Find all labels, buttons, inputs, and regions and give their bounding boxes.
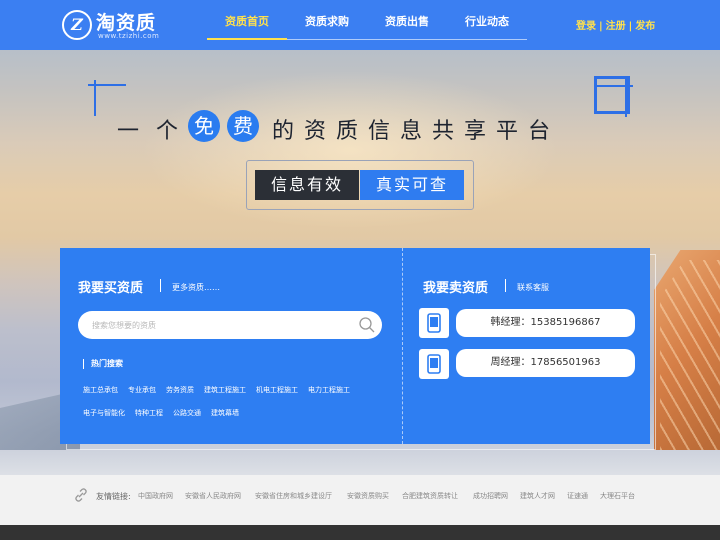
slogan-char: 共	[431, 119, 454, 144]
publish-link[interactable]: 发布	[635, 21, 655, 32]
buy-title: 我要买资质	[78, 281, 144, 296]
hot-search-item[interactable]: 机电工程施工	[256, 385, 298, 395]
slogan-char: 资	[303, 119, 326, 144]
hot-search-item[interactable]: 电力工程施工	[308, 385, 350, 395]
slogan-highlight: 费	[227, 110, 259, 142]
tag-verifiable: 真实可查	[360, 170, 464, 200]
hero-slogan: 一 个 免 费 的 资 质 信 息 共 享 平 台	[110, 110, 610, 144]
more-qualifications-link[interactable]: 更多资质……	[172, 282, 220, 293]
link-icon	[75, 488, 87, 502]
search-icon[interactable]	[358, 316, 376, 334]
friend-link[interactable]: 成功招聘网	[473, 491, 508, 501]
hot-search-item[interactable]: 建筑工程施工	[204, 385, 246, 395]
phone-icon-box	[419, 349, 449, 379]
slogan-char: 信	[367, 119, 390, 144]
friend-link[interactable]: 合肥建筑资质转让	[402, 491, 458, 501]
phone-icon	[427, 313, 441, 333]
friend-link[interactable]: 证速通	[567, 491, 588, 501]
auth-separator: |	[628, 21, 633, 32]
slogan-char: 的	[271, 119, 294, 144]
hot-search-bar	[83, 359, 84, 369]
friend-link[interactable]: 中国政府网	[138, 491, 173, 501]
friend-link[interactable]: 安徽省住房和城乡建设厅	[255, 491, 332, 501]
friend-link[interactable]: 安徽省人民政府网	[185, 491, 241, 501]
hot-search-item[interactable]: 专业承包	[128, 385, 156, 395]
register-link[interactable]: 注册	[606, 21, 626, 32]
tag-valid: 信息有效	[255, 170, 359, 200]
hot-search-item[interactable]: 特种工程	[135, 408, 163, 418]
friend-link[interactable]: 安徽资质购买	[347, 491, 389, 501]
search-box	[78, 311, 382, 339]
search-input[interactable]	[92, 318, 342, 332]
logo-name: 淘资质	[96, 12, 157, 34]
slogan-char: 享	[463, 119, 486, 144]
title-separator	[505, 279, 506, 292]
slogan-char: 台	[527, 119, 550, 144]
panel-divider	[402, 248, 403, 444]
contact-manager-zhou[interactable]: 周经理：17856501963	[456, 349, 635, 377]
slogan-char: 一	[116, 119, 139, 144]
logo-url: www.tzizhi.com	[98, 32, 160, 40]
phone-icon-box	[419, 308, 449, 338]
hot-search-item[interactable]: 公路交通	[173, 408, 201, 418]
auth-separator: |	[599, 21, 603, 32]
hot-search-item[interactable]: 建筑幕墙	[211, 408, 239, 418]
hot-search-item[interactable]: 施工总承包	[83, 385, 118, 395]
friend-link[interactable]: 建筑人才网	[520, 491, 555, 501]
slogan-char: 质	[335, 119, 358, 144]
login-link[interactable]: 登录	[576, 21, 596, 32]
friend-links-bar: 友情链接: 中国政府网 安徽省人民政府网 安徽省住房和城乡建设厅 安徽资质购买 …	[0, 475, 720, 525]
logo-icon: Z	[62, 10, 92, 40]
logo[interactable]: Z 淘资质 www.tzizhi.com	[62, 8, 182, 42]
contact-manager-han[interactable]: 韩经理：15385196867	[456, 309, 635, 337]
nav-active-indicator	[207, 38, 287, 40]
bottom-bar	[0, 525, 720, 540]
contact-service-link[interactable]: 联系客服	[517, 282, 549, 293]
title-separator	[160, 279, 161, 292]
nav-home[interactable]: 资质首页	[207, 13, 287, 40]
top-header: Z 淘资质 www.tzizhi.com 资质首页 资质求购 资质出售 行业动态…	[0, 0, 720, 50]
building-right-pattern	[660, 260, 720, 450]
nav-sell[interactable]: 资质出售	[367, 13, 447, 40]
slogan-highlight: 免	[188, 110, 220, 142]
auth-links: 登录 | 注册 | 发布	[576, 17, 655, 32]
corner-mark-right	[594, 76, 633, 117]
friend-link[interactable]: 大理石平台	[600, 491, 635, 501]
hot-search-title: 热门搜索	[91, 359, 123, 368]
hot-search-item[interactable]: 劳务资质	[166, 385, 194, 395]
slogan-char: 平	[495, 119, 518, 144]
sell-title: 我要卖资质	[423, 281, 489, 296]
phone-icon	[427, 354, 441, 374]
slogan-char: 息	[399, 119, 422, 144]
hot-search-item[interactable]: 电子与智能化	[83, 408, 125, 418]
nav-buy[interactable]: 资质求购	[287, 13, 367, 40]
nav-news[interactable]: 行业动态	[447, 13, 527, 40]
slogan-char: 个	[155, 119, 178, 144]
friend-links-label: 友情链接:	[96, 492, 131, 501]
